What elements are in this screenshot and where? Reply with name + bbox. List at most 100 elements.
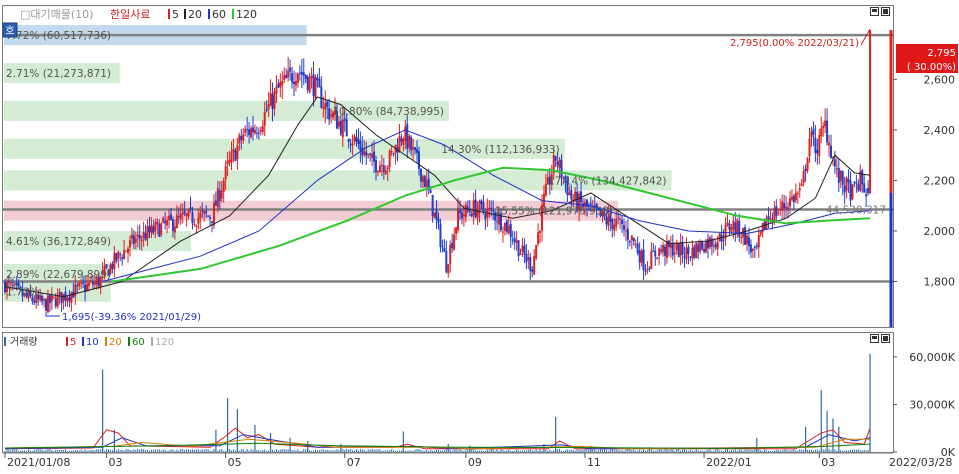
- volume-legend-ma-label: 120: [155, 337, 174, 348]
- price-tick-label: 2,000: [924, 225, 956, 238]
- volume-legend-swatch: [4, 337, 6, 346]
- candle-body: [136, 234, 139, 237]
- candle-body: [525, 253, 528, 262]
- candle-body: [664, 246, 667, 256]
- candle-body: [417, 151, 420, 169]
- candle-body: [458, 210, 461, 213]
- candle-body: [365, 151, 368, 156]
- volume-panel-minimize-button[interactable]: [870, 334, 879, 343]
- candle-body: [392, 152, 395, 154]
- candle-body: [318, 78, 321, 88]
- candle-body: [183, 210, 186, 215]
- candle-body: [43, 298, 46, 300]
- candle-body: [156, 221, 159, 225]
- candle-body: [220, 190, 223, 199]
- candle-body: [824, 120, 827, 127]
- candle-body: [775, 205, 778, 217]
- candle-body: [453, 234, 456, 250]
- candle-body: [841, 170, 844, 185]
- candle-body: [62, 293, 65, 302]
- candle-body: [802, 170, 805, 183]
- candle-body: [279, 81, 282, 88]
- legend-stock-name[interactable]: 한일사료: [110, 7, 150, 21]
- candle-body: [730, 227, 733, 232]
- candle-body: [732, 220, 735, 230]
- candle-body: [138, 234, 141, 240]
- candle-body: [529, 256, 532, 271]
- candle-body: [847, 178, 850, 183]
- candle-body: [306, 76, 309, 90]
- candle-body: [435, 209, 438, 220]
- low-annotation: 1,695(-39.36% 2021/01/29): [62, 312, 201, 323]
- candle-body: [693, 246, 696, 258]
- candle-body: [326, 101, 329, 107]
- candle-body: [788, 198, 791, 207]
- candle-body: [168, 215, 171, 220]
- candle-body: [433, 212, 436, 218]
- candle-body: [624, 230, 627, 232]
- candle-body: [361, 147, 364, 156]
- candle-body: [132, 235, 135, 244]
- candle-body: [154, 222, 157, 231]
- legend-ma-swatch: [208, 9, 210, 19]
- candle-body: [665, 241, 668, 258]
- price-panel-minimize-button[interactable]: [870, 7, 879, 16]
- candle-body: [839, 170, 842, 181]
- candle-body: [128, 240, 131, 248]
- candle-body: [785, 206, 788, 209]
- candle-body: [812, 128, 815, 135]
- candle-body: [623, 225, 626, 230]
- side-button-label[interactable]: 호: [5, 25, 14, 37]
- volume-legend-ma-label: 10: [86, 337, 99, 348]
- candle-body: [734, 222, 737, 232]
- legend-ma-label: 60: [212, 8, 226, 21]
- candle-body: [634, 243, 637, 245]
- candle-body: [507, 225, 510, 234]
- candle-body: [390, 150, 393, 153]
- candle-body: [683, 256, 686, 258]
- date-tick-label: 2022/03/28: [889, 456, 952, 469]
- candle-body: [195, 225, 198, 227]
- candle-body: [638, 250, 641, 263]
- candle-body: [316, 77, 319, 81]
- candle-body: [767, 216, 770, 219]
- candle-body: [447, 264, 450, 274]
- price-panel-close-button[interactable]: [881, 7, 890, 16]
- candle-body: [277, 83, 280, 88]
- supply-zone-label: 15.55% (121,975,938): [495, 206, 613, 218]
- candle-body: [679, 242, 682, 256]
- candle-body: [310, 76, 313, 78]
- candle-body: [505, 220, 508, 232]
- candle-body: [705, 240, 708, 253]
- volume-panel-close-button[interactable]: [881, 334, 890, 343]
- candle-body: [445, 250, 448, 272]
- legend-ma-label: 20: [188, 8, 202, 21]
- candle-body: [474, 199, 477, 217]
- volume-legend-ma-swatch: [128, 337, 130, 346]
- candle-body: [324, 103, 327, 110]
- candle-body: [373, 151, 376, 162]
- date-tick-label: 09: [468, 456, 482, 469]
- candle-body: [865, 194, 868, 197]
- candle-body: [181, 213, 184, 215]
- candle-body: [738, 220, 741, 237]
- candle-body: [503, 222, 506, 231]
- candle-body: [193, 224, 196, 226]
- candle-body: [9, 282, 12, 284]
- candle-body: [347, 139, 350, 142]
- candle-body: [33, 300, 36, 303]
- candle-body: [111, 263, 114, 269]
- candle-body: [619, 218, 622, 220]
- volume-legend-title[interactable]: 거래량: [10, 336, 38, 348]
- candle-body: [423, 176, 426, 188]
- candle-body: [337, 121, 340, 127]
- legend-ma-swatch: [232, 9, 234, 19]
- candle-body: [80, 282, 83, 284]
- candle-body: [349, 143, 352, 145]
- candle-body: [660, 249, 663, 252]
- legend-prefix[interactable]: □대기매물(10): [20, 8, 93, 21]
- candle-body: [294, 81, 297, 86]
- candle-body: [769, 217, 772, 220]
- candle-body: [257, 132, 260, 134]
- candle-body: [164, 220, 167, 224]
